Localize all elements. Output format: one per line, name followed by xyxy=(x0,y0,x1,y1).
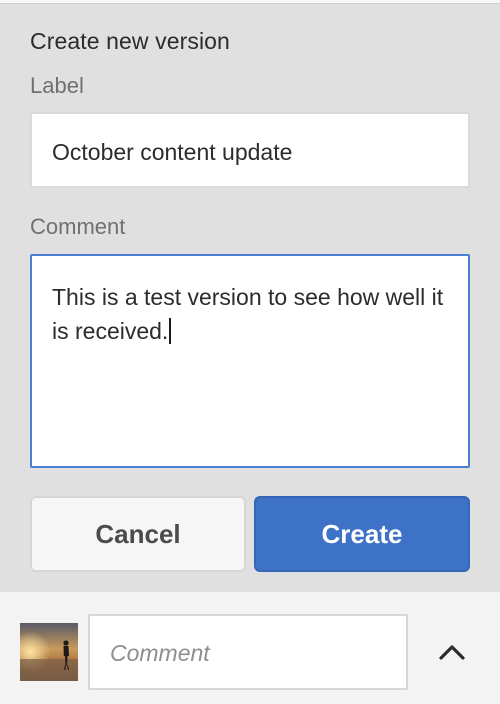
create-button-label: Create xyxy=(321,518,403,549)
top-divider xyxy=(0,0,500,4)
comment-textarea-value: This is a test version to see how well i… xyxy=(52,284,444,344)
expand-button[interactable] xyxy=(426,630,478,674)
comment-footer: Comment xyxy=(0,592,500,704)
comment-input-placeholder: Comment xyxy=(110,640,210,666)
chevron-up-icon xyxy=(439,645,465,660)
create-version-panel: Create new version Label October content… xyxy=(0,0,500,704)
comment-textarea[interactable]: This is a test version to see how well i… xyxy=(30,254,470,468)
cancel-button[interactable]: Cancel xyxy=(30,496,246,572)
comment-field-label: Comment xyxy=(30,214,126,239)
comment-input[interactable]: Comment xyxy=(88,614,408,690)
cancel-button-label: Cancel xyxy=(95,518,181,549)
panel-title: Create new version xyxy=(30,28,230,54)
label-input-value: October content update xyxy=(52,139,293,165)
label-input[interactable]: October content update xyxy=(30,112,470,188)
text-caret xyxy=(169,318,172,344)
create-button[interactable]: Create xyxy=(254,496,470,572)
user-avatar-icon[interactable] xyxy=(20,623,78,681)
label-field-label: Label xyxy=(30,73,84,98)
